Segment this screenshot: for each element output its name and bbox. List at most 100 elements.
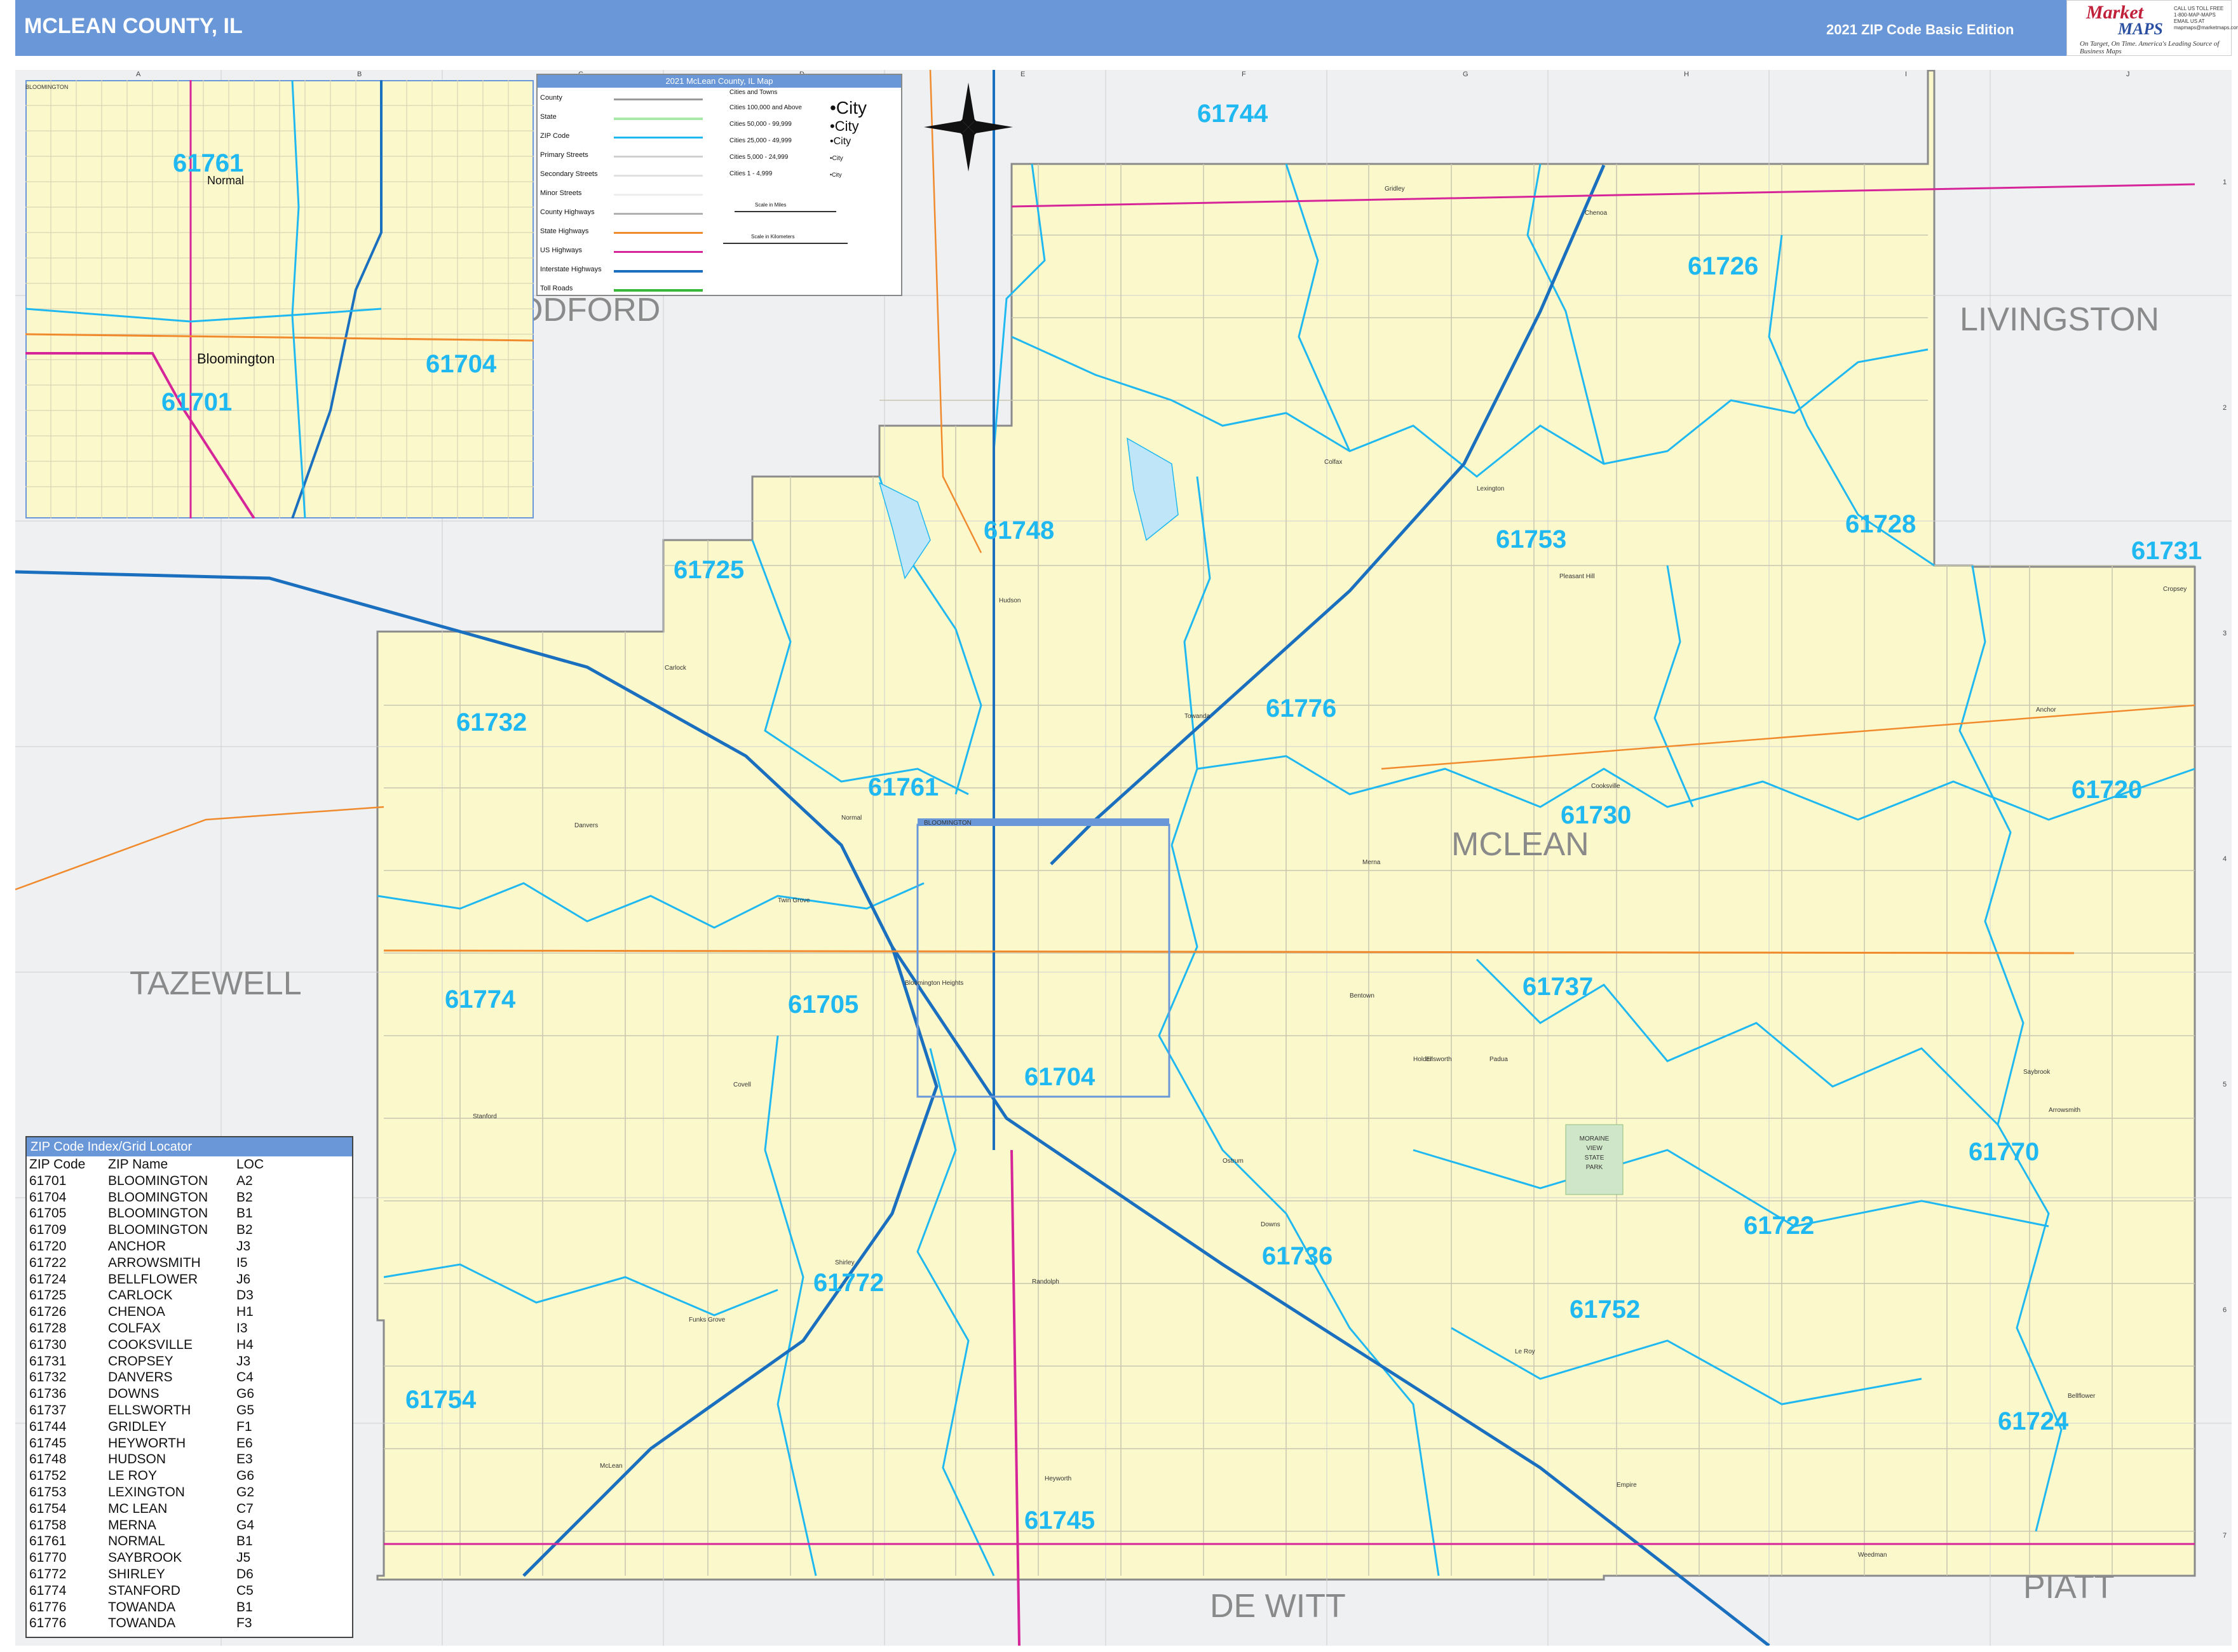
legend-swatch-state [614,118,703,120]
table-row: 61772 SHIRLEY D6 [29,1566,254,1581]
svg-text:Le Roy: Le Roy [1515,1348,1535,1355]
svg-text:Pleasant Hill: Pleasant Hill [1559,573,1595,580]
zip-index-table: ZIP Code ZIP Name LOC 61701 BLOOMINGTON A2 6… [29,1156,281,1632]
svg-text:Merna: Merna [1362,859,1381,866]
zip-code-index: ZIP Code Index/Grid Locator ZIP Code ZIP … [25,1136,353,1638]
svg-text:Holder: Holder [1413,1056,1432,1063]
table-row: 61776 TOWANDA B1 [29,1599,253,1615]
zip-label: 61726 [1688,252,1758,280]
svg-text:Carlock: Carlock [665,665,687,672]
svg-text:PARK: PARK [1586,1164,1603,1171]
zip-label: 61725 [674,556,744,584]
svg-text:STATE: STATE [1585,1154,1604,1161]
svg-text:VIEW: VIEW [1586,1145,1603,1152]
svg-text:Funks Grove: Funks Grove [689,1317,726,1324]
zip-label: 61730 [1561,801,1631,829]
table-row: 61722 ARROWSMITH I5 [29,1255,248,1270]
bloomington-normal-inset-map: BLOOMINGTON 61761 61704 61701 Normal Blo… [25,80,534,518]
zip-label: 61748 [984,517,1054,545]
table-row: 61726 CHENOA H1 [29,1304,254,1320]
zip-label: 61732 [456,708,527,736]
county-label-mclean: MCLEAN [1451,826,1589,863]
table-row: 61748 HUDSON E3 [29,1452,253,1467]
zip-label: 61772 [813,1269,884,1297]
zip-index-title: ZIP Code Index/Grid Locator [27,1137,352,1156]
svg-text:McLean: McLean [600,1463,623,1470]
table-row: 61753 LEXINGTON G2 [29,1484,255,1500]
inset-title: BLOOMINGTON [25,84,68,90]
bloomington-inset-label: BLOOMINGTON [924,820,972,827]
market-maps-logo: Market MAPS On Target, On Time. America'… [2066,0,2238,56]
table-row: 61758 MERNA G4 [29,1517,255,1533]
legend-swatch-toll [614,289,703,292]
svg-text:Stanford: Stanford [473,1113,497,1120]
table-row: 61774 STANFORD C5 [29,1583,254,1598]
svg-text:J: J [2126,71,2130,78]
legend-swatch-county [614,98,703,100]
table-row: 61737 ELLSWORTH G5 [29,1402,255,1418]
legend-title: 2021 McLean County, IL Map [538,75,901,88]
map-legend: 2021 McLean County, IL Map County State … [536,74,902,296]
svg-text:4: 4 [2223,855,2227,863]
zip-label: 61754 [405,1386,477,1414]
table-row: 61704 BLOOMINGTON B2 [29,1189,253,1205]
svg-text:Cooksville: Cooksville [1591,783,1620,790]
legend-swatch-interstate [614,270,703,273]
svg-text:1: 1 [2223,179,2227,186]
svg-text:Bloomington Heights: Bloomington Heights [905,980,963,987]
legend-swatch-secondary [614,175,703,177]
zip-label: 61731 [2131,537,2202,565]
zip-label: 61752 [1570,1296,1640,1324]
svg-text:Gridley: Gridley [1385,186,1405,193]
header-bar: MCLEAN COUNTY, IL 2021 ZIP Code Basic Ed… [15,0,2232,56]
legend-swatch-zip [614,137,703,139]
svg-text:Lexington: Lexington [1477,485,1504,492]
inset-town-normal: Normal [207,174,244,187]
table-row: 61728 COLFAX I3 [29,1320,248,1336]
zip-label: 61705 [788,991,858,1019]
zip-label: 61745 [1024,1506,1095,1534]
svg-text:B: B [357,71,362,78]
zip-label: 61776 [1266,694,1336,722]
svg-text:Anchor: Anchor [2036,707,2056,714]
map-title: MCLEAN COUNTY, IL [24,14,243,38]
table-row: 61732 DANVERS C4 [29,1370,254,1385]
table-row: 61752 LE ROY G6 [29,1468,255,1484]
table-row: 61730 COOKSVILLE H4 [29,1337,254,1352]
svg-text:Covell: Covell [733,1081,751,1088]
svg-text:A: A [136,71,141,78]
svg-text:Twin Grove: Twin Grove [778,897,810,904]
table-row: 61745 HEYWORTH E6 [29,1435,253,1451]
county-label-woodford: ODFORD [517,292,660,328]
svg-text:Colfax: Colfax [1324,459,1342,466]
svg-text:Shirley: Shirley [835,1259,855,1266]
zip-label: 61753 [1496,525,1566,553]
table-row: 61731 CROPSEY J3 [29,1353,251,1369]
svg-text:Downs: Downs [1261,1221,1280,1228]
svg-text:Hudson: Hudson [999,597,1021,604]
zip-index-header-row: ZIP Code ZIP Name LOC [29,1157,264,1172]
table-row: 61736 DOWNS G6 [29,1386,255,1402]
table-row: 61761 NORMAL B1 [29,1534,253,1549]
table-row: 61701 BLOOMINGTON A2 [29,1173,253,1188]
legend-swatch-county-hwy [614,213,703,215]
county-label-de-witt: DE WITT [1210,1588,1346,1625]
svg-text:2: 2 [2223,404,2227,412]
inset-town-bloomington: Bloomington [197,351,275,367]
county-label-livingston: LIVINGSTON [1960,301,2159,338]
svg-text:Empire: Empire [1617,1482,1637,1489]
zip-label: 61774 [445,985,516,1013]
legend-swatch-us-hwy [614,251,703,253]
table-row: 61720 ANCHOR J3 [29,1238,251,1254]
svg-text:Normal: Normal [841,815,862,822]
inset-zip-label: 61704 [426,350,497,378]
legend-swatch-minor [614,194,703,196]
table-row: 61776 TOWANDA F3 [29,1616,252,1631]
table-row: 61709 BLOOMINGTON B2 [29,1222,253,1238]
table-row: 61770 SAYBROOK J5 [29,1550,251,1566]
inset-zip-label: 61701 [161,388,232,416]
zip-label: 61744 [1197,100,1268,128]
svg-text:F: F [1242,71,1246,78]
svg-text:Randolph: Randolph [1032,1278,1059,1285]
svg-text:MORAINE: MORAINE [1580,1135,1610,1142]
